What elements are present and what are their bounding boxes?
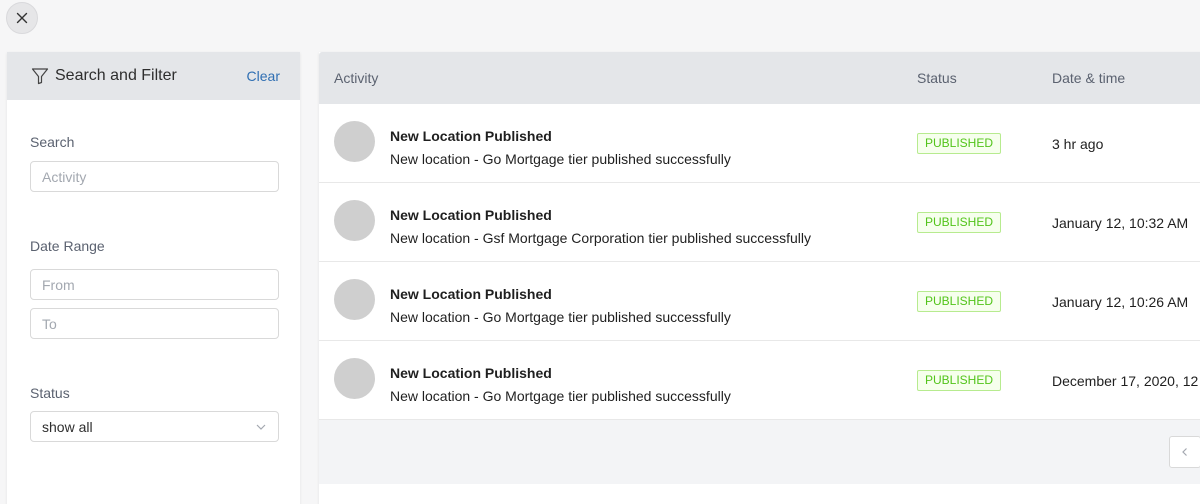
- activity-title: New Location Published: [390, 365, 552, 381]
- status-label: Status: [30, 385, 70, 401]
- activity-description: New location - Go Mortgage tier publishe…: [390, 388, 731, 404]
- activity-title: New Location Published: [390, 207, 552, 223]
- date-range-label: Date Range: [30, 238, 105, 254]
- activity-description: New location - Go Mortgage tier publishe…: [390, 151, 731, 167]
- filter-title-group: Search and Filter: [31, 67, 177, 85]
- activity-datetime: December 17, 2020, 12: [1052, 373, 1199, 389]
- activity-description: New location - Go Mortgage tier publishe…: [390, 309, 731, 325]
- avatar: [334, 279, 375, 320]
- date-to-input[interactable]: [30, 308, 279, 339]
- activity-datetime: January 12, 10:32 AM: [1052, 215, 1189, 231]
- table-row[interactable]: New Location Published New location - Gs…: [319, 183, 1200, 262]
- table-header: Activity Status Date & time: [319, 52, 1200, 104]
- close-icon: [16, 12, 28, 24]
- chevron-down-icon: [256, 424, 266, 430]
- activity-datetime: 3 hr ago: [1052, 136, 1104, 152]
- status-badge: PUBLISHED: [917, 370, 1002, 391]
- status-select[interactable]: show all: [30, 411, 279, 442]
- filter-header: Search and Filter Clear: [7, 52, 300, 100]
- table-row[interactable]: New Location Published New location - Go…: [319, 104, 1200, 183]
- status-select-value: show all: [42, 418, 93, 435]
- activity-description: New location - Gsf Mortgage Corporation …: [390, 230, 811, 246]
- filter-sidebar: Search and Filter Clear Search Date Rang…: [7, 52, 300, 504]
- activity-title: New Location Published: [390, 128, 552, 144]
- search-input[interactable]: [30, 161, 279, 192]
- column-header-datetime: Date & time: [1052, 70, 1126, 86]
- clear-filters-link[interactable]: Clear: [247, 68, 280, 84]
- activity-table: Activity Status Date & time New Location…: [319, 52, 1200, 504]
- column-header-activity: Activity: [334, 70, 379, 86]
- status-badge: PUBLISHED: [917, 133, 1002, 154]
- avatar: [334, 200, 375, 241]
- pagination-bar: [319, 420, 1200, 484]
- previous-page-button[interactable]: [1169, 436, 1200, 468]
- avatar: [334, 121, 375, 162]
- activity-datetime: January 12, 10:26 AM: [1052, 294, 1189, 310]
- activity-title: New Location Published: [390, 286, 552, 302]
- column-header-status: Status: [917, 70, 957, 86]
- table-row[interactable]: New Location Published New location - Go…: [319, 262, 1200, 341]
- filter-title: Search and Filter: [55, 67, 177, 84]
- chevron-left-icon: [1182, 448, 1187, 456]
- filter-icon: [31, 68, 49, 85]
- status-badge: PUBLISHED: [917, 212, 1002, 233]
- table-row[interactable]: New Location Published New location - Go…: [319, 341, 1200, 420]
- search-label: Search: [30, 134, 75, 150]
- status-badge: PUBLISHED: [917, 291, 1002, 312]
- close-button[interactable]: [6, 2, 38, 34]
- avatar: [334, 358, 375, 399]
- date-from-input[interactable]: [30, 269, 279, 300]
